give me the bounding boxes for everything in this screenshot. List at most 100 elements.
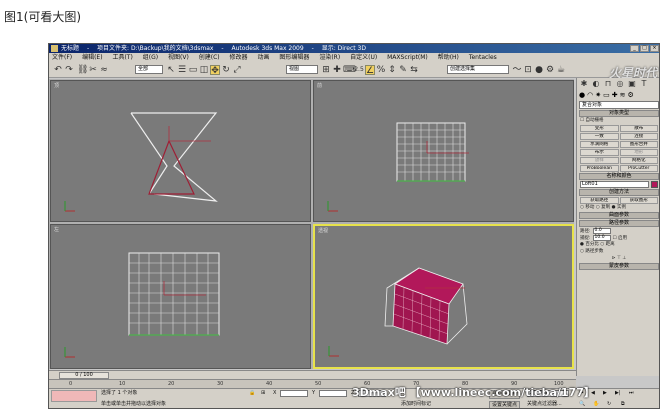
get-shape-button[interactable]: 获取图形 [619,197,658,204]
skin-params-rollout[interactable]: 蒙皮参数 [579,263,659,270]
viewport-top[interactable]: 顶 [50,80,311,222]
menu-group[interactable]: 组(G) [143,54,158,61]
keyboard-shortcut-icon[interactable]: ⌨ [343,65,356,75]
pan-icon[interactable]: ✋ [593,401,599,408]
display-tab-icon[interactable]: ▣ [627,79,637,89]
curve-editor-icon[interactable]: 〜 [512,65,522,75]
object-type-rollout[interactable]: 对象类型 [579,110,659,117]
boolean-button[interactable]: 布尔 [580,149,619,156]
percent-snap-icon[interactable]: % [376,65,386,75]
helpers-icon[interactable]: ✚ [612,91,618,99]
category-dropdown[interactable]: 复合对象 [579,101,659,109]
schematic-view-icon[interactable]: ⊡ [523,65,533,75]
y-coord-input[interactable] [319,390,347,397]
hierarchy-tab-icon[interactable]: ⊓ [603,79,613,89]
creation-method-rollout[interactable]: 创建方法 [579,189,659,196]
mesher-button[interactable]: 网格化 [619,157,658,164]
snap-input[interactable]: 10.0 [592,235,611,241]
x-coord-input[interactable] [280,390,308,397]
pick-shape-icon[interactable]: ⊳ [612,256,616,261]
menu-rendering[interactable]: 渲染(R) [319,54,340,61]
close-button[interactable]: × [650,45,659,52]
object-name-input[interactable]: Loft01 [580,181,649,188]
menu-tools[interactable]: 工具(T) [112,54,132,61]
link-icon[interactable]: ⛓ [77,65,88,75]
named-selection-select[interactable]: 创建选择集 [447,65,509,74]
utilities-tab-icon[interactable]: T [639,79,649,89]
key-filters-button[interactable]: 关键点过滤器... [527,401,562,408]
next-shape-icon[interactable]: ⊥ [622,256,626,261]
connect-button[interactable]: 连接 [619,133,658,140]
lights-icon[interactable]: ✷ [595,91,601,99]
select-move-icon[interactable]: ✥ [210,65,220,76]
redo-icon[interactable]: ↷ [64,65,74,75]
copy-radio[interactable]: ○ 复制 [596,205,610,210]
zoom-icon[interactable]: 🔍 [579,401,585,408]
maximize-button[interactable]: □ [640,45,649,52]
enable-checkbox[interactable]: ☐ 启用 [613,235,627,241]
menu-edit[interactable]: 编辑(E) [82,54,102,61]
path-params-rollout[interactable]: 路径参数 [579,220,659,227]
motion-tab-icon[interactable]: ◎ [615,79,625,89]
rect-selection-icon[interactable]: ▭ [188,65,198,75]
minimize-button[interactable]: _ [630,45,639,52]
scatter-button[interactable]: 散布 [619,125,658,132]
select-manipulate-icon[interactable]: ✚ [332,65,342,75]
shapes-icon[interactable]: ◠ [587,91,593,99]
viewport-perspective[interactable]: 透视 [313,224,574,369]
window-crossing-icon[interactable]: ◫ [199,65,209,75]
object-color-swatch[interactable] [651,181,658,188]
render-setup-icon[interactable]: ⚙ [545,65,555,75]
select-scale-icon[interactable]: ⤢ [232,65,242,75]
menu-views[interactable]: 视图(V) [168,54,189,61]
pivot-icon[interactable]: ⊞ [321,65,331,75]
menu-graph-editors[interactable]: 图形编辑器 [279,54,309,61]
proboolean-button[interactable]: ProBoolean [580,165,619,172]
percentage-radio[interactable]: ● 百分比 [580,242,599,247]
name-color-rollout[interactable]: 名称和颜色 [579,173,659,180]
mirror-icon[interactable]: ⇆ [409,65,419,75]
spacewarps-icon[interactable]: ≋ [620,91,626,99]
time-slider[interactable]: 0 / 100 [59,372,109,379]
get-path-button[interactable]: 获取路径 [580,197,619,204]
unlink-icon[interactable]: ✂ [88,65,98,75]
modify-tab-icon[interactable]: ◐ [591,79,601,89]
select-by-name-icon[interactable]: ☰ [177,65,187,75]
auto-grid-checkbox[interactable]: ☐ 自动栅格 [580,118,658,124]
menu-maxscript[interactable]: MAXScript(M) [387,54,428,61]
shapemerge-button[interactable]: 图形合并 [619,141,658,148]
systems-icon[interactable]: ⚙ [627,91,633,99]
menu-file[interactable]: 文件(F) [52,54,72,61]
menu-customize[interactable]: 自定义(U) [350,54,377,61]
path-input[interactable]: 0.0 [592,228,611,234]
prev-shape-icon[interactable]: ⊤ [617,256,621,261]
edit-named-sel-icon[interactable]: ✎ [398,65,408,75]
surface-params-rollout[interactable]: 曲面参数 [579,212,659,219]
set-key-button[interactable]: 设置关键点 [489,401,521,408]
add-time-tag[interactable]: 添加时间标记 [401,401,431,408]
distance-radio[interactable]: ○ 距离 [600,242,614,247]
select-rotate-icon[interactable]: ↻ [221,65,231,75]
absolute-mode-icon[interactable]: ⊞ [261,390,265,397]
material-editor-icon[interactable]: ● [534,65,544,75]
cameras-icon[interactable]: ▭ [603,91,610,99]
next-frame-icon[interactable]: ▶| [615,390,621,397]
snap-toggle-icon[interactable]: 2.5 [354,65,364,75]
menu-modifiers[interactable]: 修改器 [230,54,248,61]
terrain-button[interactable]: 地形 [619,149,658,156]
procutter-button[interactable]: ProCutter [619,165,658,172]
menu-tentacles[interactable]: Tentacles [469,54,497,61]
morph-button[interactable]: 变形 [580,125,619,132]
geometry-icon[interactable]: ● [579,91,585,99]
loft-button[interactable]: 放样 [580,157,619,164]
selection-filter-select[interactable]: 全部 [135,65,163,74]
conform-button[interactable]: 一致 [580,133,619,140]
angle-snap-icon[interactable]: ∠ [365,65,375,76]
viewport-left[interactable]: 左 [50,224,311,369]
instance-radio[interactable]: ● 实例 [612,205,626,210]
menu-create[interactable]: 创建(C) [199,54,220,61]
select-object-icon[interactable]: ↖ [166,65,176,75]
play-icon[interactable]: ▶ [603,390,607,397]
blobmesh-button[interactable]: 水滴网格 [580,141,619,148]
bind-spacewarp-icon[interactable]: ≈ [99,65,109,75]
